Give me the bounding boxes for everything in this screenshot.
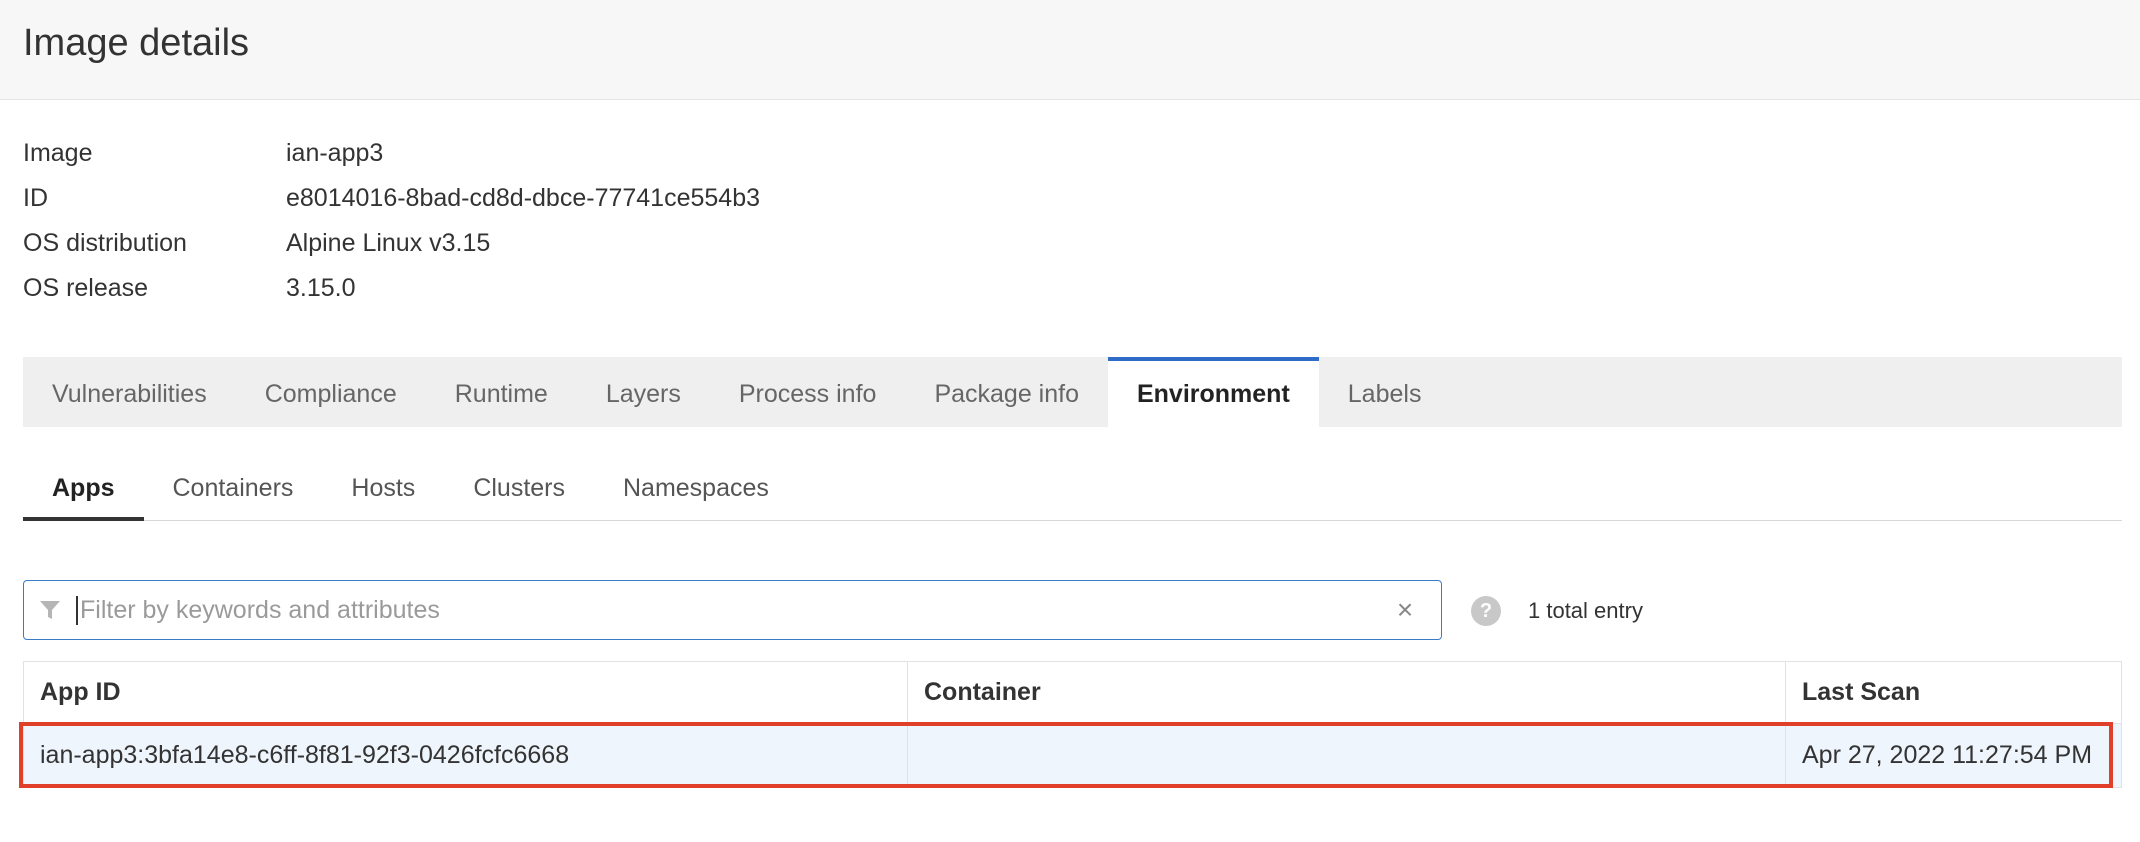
column-header-app-id[interactable]: App ID <box>23 661 908 724</box>
column-header-last-scan[interactable]: Last Scan <box>1785 661 2122 724</box>
subtab-namespaces[interactable]: Namespaces <box>594 459 798 521</box>
detail-label: OS release <box>23 274 149 302</box>
filter-box: × <box>23 580 1442 640</box>
detail-value: ian-app3 <box>286 139 384 167</box>
apps-table: App ID Container Last Scan ian-app3:3bfa… <box>23 661 2122 788</box>
filter-icon <box>38 598 68 622</box>
table-row[interactable]: ian-app3:3bfa14e8-c6ff-8f81-92f3-0426fcf… <box>23 723 2122 788</box>
tab-labels[interactable]: Labels <box>1319 357 1451 427</box>
detail-value: Alpine Linux v3.15 <box>286 229 491 257</box>
subtab-apps[interactable]: Apps <box>23 459 144 521</box>
tab-vulnerabilities[interactable]: Vulnerabilities <box>23 357 236 427</box>
detail-label: OS distribution <box>23 229 187 257</box>
cell-container <box>907 723 1786 788</box>
detail-row-os-release: OS release 3.15.0 <box>23 266 760 311</box>
tab-environment[interactable]: Environment <box>1107 357 1319 427</box>
help-icon[interactable]: ? <box>1471 596 1501 626</box>
main-tabs: Vulnerabilities Compliance Runtime Layer… <box>23 357 2122 427</box>
detail-value: e8014016-8bad-cd8d-dbce-77741ce554b3 <box>286 184 761 212</box>
detail-row-image: Image ian-app3 <box>23 131 760 176</box>
tab-layers[interactable]: Layers <box>577 357 710 427</box>
page-header: Image details <box>0 0 2140 100</box>
subtab-clusters[interactable]: Clusters <box>444 459 594 521</box>
tab-process-info[interactable]: Process info <box>710 357 906 427</box>
image-details: Image ian-app3 ID e8014016-8bad-cd8d-dbc… <box>23 131 760 311</box>
tab-runtime[interactable]: Runtime <box>426 357 577 427</box>
total-entries: 1 total entry <box>1528 598 1643 623</box>
cell-app-id: ian-app3:3bfa14e8-c6ff-8f81-92f3-0426fcf… <box>23 723 908 788</box>
page-title: Image details <box>23 22 250 64</box>
environment-subtabs: Apps Containers Hosts Clusters Namespace… <box>23 459 2122 521</box>
column-header-container[interactable]: Container <box>907 661 1786 724</box>
filter-input[interactable] <box>76 595 1387 625</box>
subtab-containers[interactable]: Containers <box>144 459 323 521</box>
detail-label: Image <box>23 139 93 167</box>
cell-last-scan: Apr 27, 2022 11:27:54 PM <box>1785 723 2122 788</box>
tab-package-info[interactable]: Package info <box>905 357 1108 427</box>
close-icon[interactable]: × <box>1387 594 1423 626</box>
detail-value: 3.15.0 <box>286 274 356 302</box>
subtab-hosts[interactable]: Hosts <box>322 459 444 521</box>
detail-row-os-distribution: OS distribution Alpine Linux v3.15 <box>23 221 760 266</box>
detail-row-id: ID e8014016-8bad-cd8d-dbce-77741ce554b3 <box>23 176 760 221</box>
tab-compliance[interactable]: Compliance <box>236 357 426 427</box>
detail-label: ID <box>23 184 48 212</box>
table-header-row: App ID Container Last Scan <box>23 661 2122 724</box>
